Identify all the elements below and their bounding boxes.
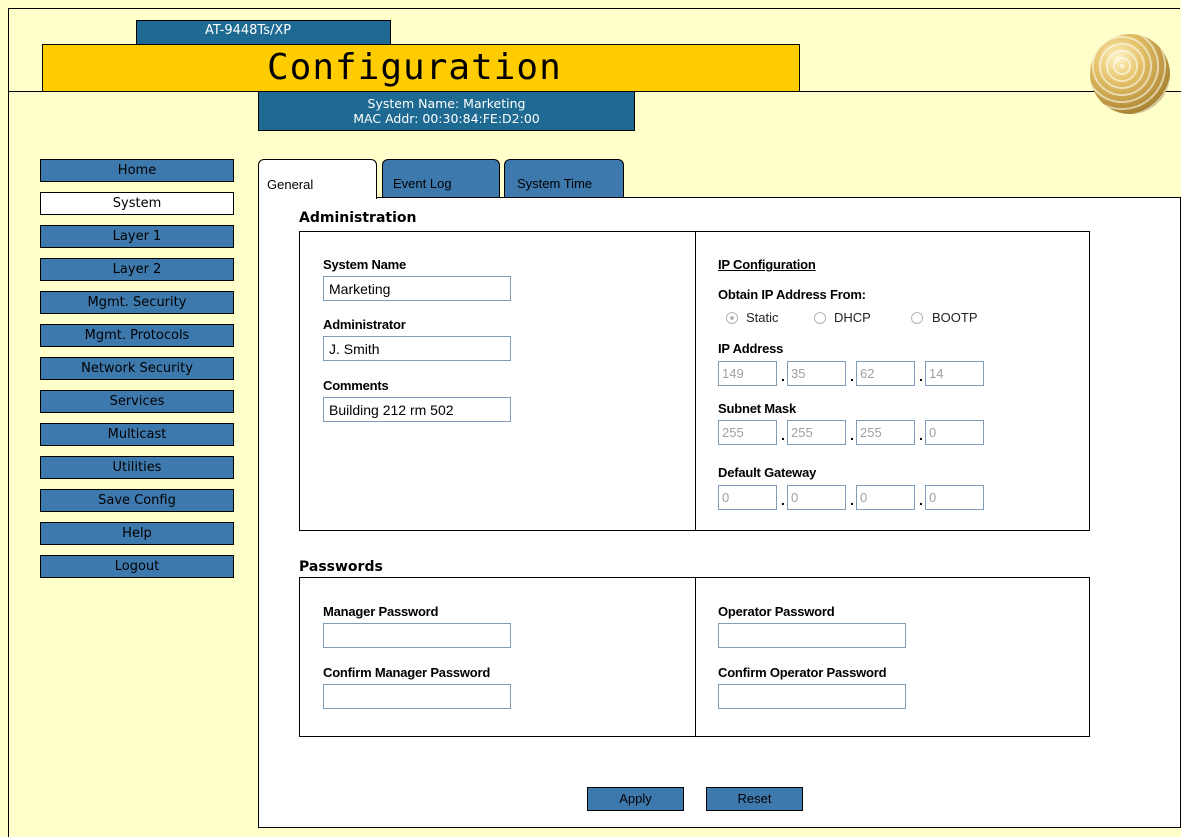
gateway-octet-1-input[interactable] (718, 485, 777, 510)
confirm-operator-password-label: Confirm Operator Password (718, 665, 887, 680)
ip-octet-4-input[interactable] (925, 361, 984, 386)
tab-general[interactable]: General (258, 159, 377, 199)
operator-password-input[interactable] (718, 623, 906, 648)
nav-save-config-button[interactable]: Save Config (40, 489, 234, 512)
ip-configuration-heading: IP Configuration (718, 257, 816, 272)
gateway-octet-3-input[interactable] (856, 485, 915, 510)
reset-button[interactable]: Reset (706, 787, 803, 811)
nav-multicast-button[interactable]: Multicast (40, 423, 234, 446)
system-name-input[interactable] (323, 276, 511, 301)
confirm-operator-password-input[interactable] (718, 684, 906, 709)
sidebar-nav: Home System Layer 1 Layer 2 Mgmt. Securi… (40, 159, 234, 588)
confirm-manager-password-label: Confirm Manager Password (323, 665, 491, 680)
ip-octet-3-input[interactable] (856, 361, 915, 386)
manager-password-label: Manager Password (323, 604, 439, 619)
operator-password-label: Operator Password (718, 604, 835, 619)
gateway-dot-separator: . (850, 492, 854, 508)
ip-dot-separator: . (781, 368, 785, 384)
administration-title: Administration (299, 210, 417, 226)
apply-button[interactable]: Apply (587, 787, 684, 811)
mac-address-line: MAC Addr: 00:30:84:FE:D2:00 (353, 111, 540, 126)
static-radio[interactable] (726, 312, 738, 324)
obtain-ip-label: Obtain IP Address From: (718, 287, 866, 302)
nav-layer2-button[interactable]: Layer 2 (40, 258, 234, 281)
subnet-mask-label: Subnet Mask (718, 401, 796, 416)
nav-services-button[interactable]: Services (40, 390, 234, 413)
gateway-dot-separator: . (919, 492, 923, 508)
subnet-octet-4-input[interactable] (925, 420, 984, 445)
page-title: Configuration (42, 44, 800, 92)
system-name-label: System Name (323, 257, 407, 272)
tab-event-log[interactable]: Event Log (382, 159, 500, 197)
manager-password-input[interactable] (323, 623, 511, 648)
subnet-octet-2-input[interactable] (787, 420, 846, 445)
nav-logout-button[interactable]: Logout (40, 555, 234, 578)
globe-logo-icon (1090, 34, 1170, 114)
tab-system-time[interactable]: System Time (504, 159, 624, 197)
confirm-manager-password-input[interactable] (323, 684, 511, 709)
nav-mgmt-protocols-button[interactable]: Mgmt. Protocols (40, 324, 234, 347)
static-radio-label: Static (746, 310, 779, 325)
bootp-radio[interactable] (911, 312, 923, 324)
nav-layer1-button[interactable]: Layer 1 (40, 225, 234, 248)
nav-help-button[interactable]: Help (40, 522, 234, 545)
system-name-line: System Name: Marketing (367, 96, 526, 111)
subnet-octet-3-input[interactable] (856, 420, 915, 445)
passwords-title: Passwords (299, 559, 383, 575)
bootp-radio-label: BOOTP (932, 310, 978, 325)
passwords-divider (695, 577, 696, 737)
administrator-label: Administrator (323, 317, 406, 332)
ip-dot-separator: . (919, 368, 923, 384)
dhcp-radio-label: DHCP (834, 310, 871, 325)
administrator-input[interactable] (323, 336, 511, 361)
ip-dot-separator: . (850, 368, 854, 384)
subnet-dot-separator: . (850, 427, 854, 443)
gateway-dot-separator: . (781, 492, 785, 508)
nav-utilities-button[interactable]: Utilities (40, 456, 234, 479)
ip-octet-1-input[interactable] (718, 361, 777, 386)
nav-mgmt-security-button[interactable]: Mgmt. Security (40, 291, 234, 314)
nav-home-button[interactable]: Home (40, 159, 234, 182)
subnet-dot-separator: . (781, 427, 785, 443)
administration-divider (695, 231, 696, 531)
ip-octet-2-input[interactable] (787, 361, 846, 386)
subnet-dot-separator: . (919, 427, 923, 443)
general-panel: Administration System Name Administrator… (258, 197, 1181, 828)
system-info-banner: System Name: Marketing MAC Addr: 00:30:8… (258, 91, 635, 131)
comments-label: Comments (323, 378, 389, 393)
default-gateway-label: Default Gateway (718, 465, 817, 480)
nav-system-button[interactable]: System (40, 192, 234, 215)
subnet-octet-1-input[interactable] (718, 420, 777, 445)
model-label: AT-9448Ts/XP (136, 20, 391, 44)
gateway-octet-4-input[interactable] (925, 485, 984, 510)
comments-input[interactable] (323, 397, 511, 422)
ip-address-label: IP Address (718, 341, 784, 356)
dhcp-radio[interactable] (814, 312, 826, 324)
nav-network-security-button[interactable]: Network Security (40, 357, 234, 380)
gateway-octet-2-input[interactable] (787, 485, 846, 510)
